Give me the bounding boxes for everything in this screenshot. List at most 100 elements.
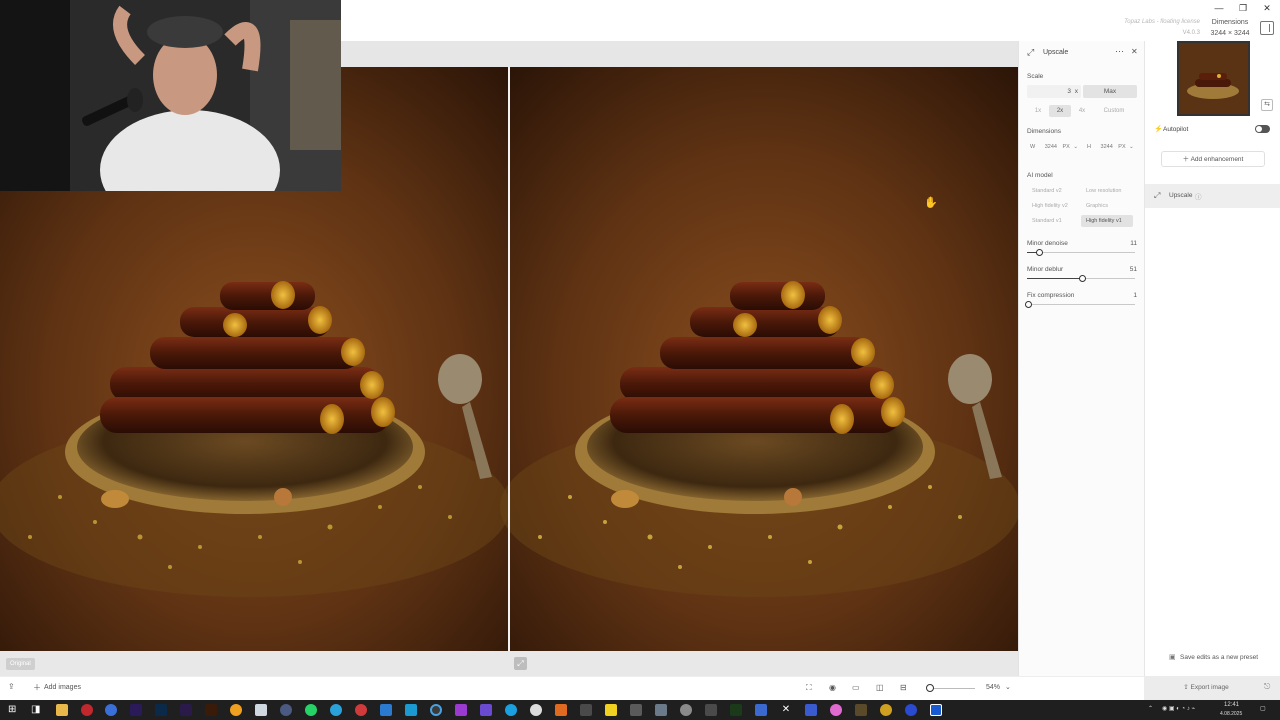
minor-deblur-slider[interactable] bbox=[1027, 275, 1135, 282]
app-icon[interactable] bbox=[355, 704, 367, 716]
scale-option-1x[interactable]: 1x bbox=[1027, 105, 1049, 117]
chevron-down-icon[interactable]: ⌄ bbox=[1005, 683, 1011, 691]
app-icon[interactable] bbox=[880, 704, 892, 716]
whatsapp-icon[interactable] bbox=[305, 704, 317, 716]
scale-input[interactable]: 3 x bbox=[1027, 85, 1081, 98]
single-view-icon[interactable]: ▭ bbox=[852, 683, 860, 692]
clock-time[interactable]: 12:41 bbox=[1224, 702, 1239, 708]
photoshop-icon[interactable] bbox=[155, 704, 167, 716]
add-images-button[interactable]: Add images bbox=[44, 684, 81, 691]
app-icon[interactable] bbox=[555, 704, 567, 716]
compare-toggle-icon[interactable]: ⤢ bbox=[514, 657, 527, 670]
browser-icon[interactable] bbox=[105, 704, 117, 716]
add-enhancement-button[interactable]: ＋ Add enhancement bbox=[1161, 151, 1265, 167]
app-icon[interactable] bbox=[280, 704, 292, 716]
split-view-icon[interactable]: ⊟ bbox=[900, 683, 907, 692]
export-image-button[interactable]: ⇪ Export image bbox=[1164, 681, 1248, 695]
chatgpt-icon[interactable] bbox=[530, 704, 542, 716]
app-icon[interactable] bbox=[855, 704, 867, 716]
app-icon[interactable] bbox=[680, 704, 692, 716]
plus-icon: ＋ bbox=[33, 683, 41, 692]
minor-denoise-slider[interactable] bbox=[1027, 249, 1135, 256]
scale-option-2x[interactable]: 2x bbox=[1049, 105, 1071, 117]
app-icon[interactable] bbox=[405, 704, 417, 716]
save-preset-link[interactable]: Save edits as a new preset bbox=[1180, 654, 1258, 661]
app-icon[interactable] bbox=[630, 704, 642, 716]
explorer-icon[interactable] bbox=[56, 704, 68, 716]
clock-date[interactable]: 4.08.2025 bbox=[1220, 711, 1242, 717]
app-icon[interactable] bbox=[255, 704, 267, 716]
app-icon[interactable] bbox=[830, 704, 842, 716]
chevron-down-icon[interactable]: ⌄ bbox=[1073, 144, 1078, 150]
panel-toggle-icon[interactable] bbox=[1260, 21, 1274, 35]
x-icon[interactable]: ✕ bbox=[780, 704, 792, 716]
swap-icon[interactable]: ⇆ bbox=[1261, 99, 1273, 111]
max-scale-button[interactable]: Max bbox=[1083, 85, 1137, 98]
illustrator-icon[interactable] bbox=[205, 704, 217, 716]
height-field[interactable]: H 3244 PX ⌄ bbox=[1087, 141, 1134, 153]
model-standard-v1[interactable]: Standard v1 bbox=[1027, 215, 1079, 227]
taskview-icon[interactable]: ◨ bbox=[31, 704, 40, 715]
autopilot-icon: ⚡ bbox=[1154, 126, 1163, 133]
image-thumbnail[interactable] bbox=[1177, 41, 1250, 116]
zoom-slider-track[interactable] bbox=[930, 688, 975, 689]
export-settings-icon[interactable]: ⎋ bbox=[1264, 682, 1270, 692]
slider-knob[interactable] bbox=[1035, 249, 1043, 256]
enhancements-panel: ⇆ ⚡ Autopilot ＋ Add enhancement ⤢ Upscal… bbox=[1144, 41, 1280, 676]
info-icon[interactable]: ⓘ bbox=[1195, 191, 1202, 201]
after-effects-icon[interactable] bbox=[180, 704, 192, 716]
scale-option-4x[interactable]: 4x bbox=[1071, 105, 1093, 117]
premiere-icon[interactable] bbox=[130, 704, 142, 716]
tray-chevron-icon[interactable]: ⌃ bbox=[1148, 705, 1153, 712]
upload-icon[interactable]: ⇪ bbox=[8, 682, 15, 691]
topaz-app-icon[interactable] bbox=[930, 704, 942, 716]
compare-divider[interactable] bbox=[508, 67, 510, 651]
canvas-bottom-strip: Original ⤢ bbox=[0, 651, 1018, 676]
model-high-fidelity-v2[interactable]: High fidelity v2 bbox=[1027, 200, 1079, 212]
slider-value: 51 bbox=[1129, 266, 1137, 273]
fit-screen-icon[interactable]: ⛶ bbox=[806, 683, 812, 693]
search-icon[interactable] bbox=[230, 704, 242, 716]
slider-knob[interactable] bbox=[1079, 275, 1087, 282]
app-icon[interactable] bbox=[905, 704, 917, 716]
model-graphics[interactable]: Graphics bbox=[1081, 200, 1133, 212]
model-high-fidelity-v1[interactable]: High fidelity v1 bbox=[1081, 215, 1133, 227]
chevron-down-icon[interactable]: ⌄ bbox=[1129, 144, 1134, 150]
close-icon[interactable]: ✕ bbox=[1256, 2, 1278, 14]
fix-compression-slider[interactable] bbox=[1025, 301, 1135, 308]
start-icon[interactable]: ⊞ bbox=[8, 704, 16, 715]
more-options-icon[interactable]: ⋯ bbox=[1115, 46, 1124, 57]
slider-label: Minor denoise bbox=[1027, 240, 1068, 247]
scale-option-custom[interactable]: Custom bbox=[1097, 105, 1131, 117]
width-field[interactable]: W 3244 PX ⌄ bbox=[1030, 141, 1078, 153]
model-standard-v2[interactable]: Standard v2 bbox=[1027, 185, 1079, 197]
edge-icon[interactable] bbox=[505, 704, 517, 716]
app-icon[interactable] bbox=[705, 704, 717, 716]
model-low-resolution[interactable]: Low resolution bbox=[1081, 185, 1133, 197]
telegram-icon[interactable] bbox=[330, 704, 342, 716]
side-by-side-icon[interactable]: ◫ bbox=[876, 683, 884, 692]
zoom-slider-knob[interactable] bbox=[926, 684, 934, 692]
autopilot-toggle[interactable] bbox=[1255, 125, 1270, 133]
app-icon[interactable] bbox=[455, 704, 467, 716]
app-icon[interactable] bbox=[480, 704, 492, 716]
zoom-level[interactable]: 54% bbox=[986, 684, 1000, 691]
app-icon[interactable] bbox=[730, 704, 742, 716]
app-icon[interactable] bbox=[755, 704, 767, 716]
app-icon[interactable] bbox=[380, 704, 392, 716]
sticky-notes-icon[interactable] bbox=[605, 704, 617, 716]
enhancement-item-upscale[interactable]: ⤢ Upscale ⓘ bbox=[1145, 184, 1280, 208]
app-icon[interactable] bbox=[805, 704, 817, 716]
slider-knob[interactable] bbox=[1025, 301, 1033, 308]
minimize-icon[interactable]: — bbox=[1208, 2, 1230, 14]
maximize-icon[interactable]: ❐ bbox=[1232, 2, 1254, 14]
preview-eye-icon[interactable]: ◉ bbox=[829, 683, 836, 692]
close-panel-icon[interactable]: ✕ bbox=[1131, 47, 1138, 56]
opera-icon[interactable] bbox=[81, 704, 93, 716]
app-icon[interactable] bbox=[580, 704, 592, 716]
tray-icons[interactable]: ◉ ▣ ◐ ◔ ♪ ⌁ bbox=[1162, 705, 1195, 712]
notifications-icon[interactable]: ▢ bbox=[1260, 705, 1266, 712]
webcam-overlay bbox=[0, 0, 341, 191]
app-icon[interactable] bbox=[430, 704, 442, 716]
app-icon[interactable] bbox=[655, 704, 667, 716]
